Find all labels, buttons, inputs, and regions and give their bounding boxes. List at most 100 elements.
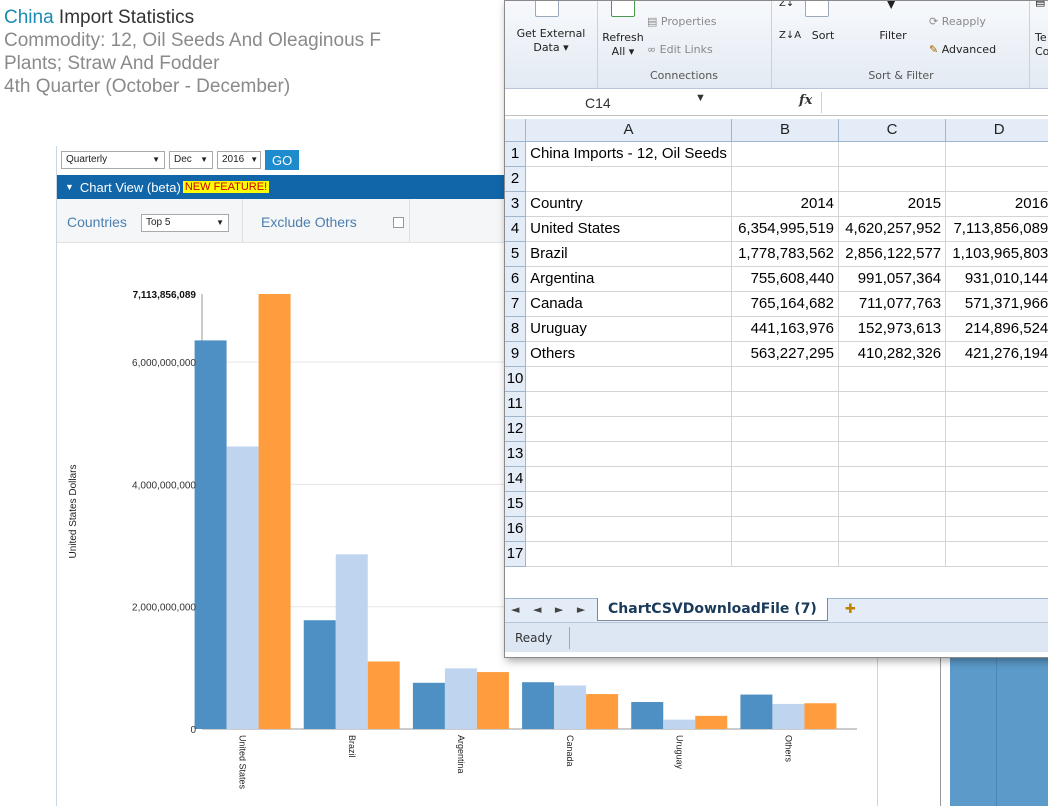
text-to-columns-button[interactable]: Te Co	[1035, 31, 1048, 59]
insert-function-icon[interactable]: fx	[799, 93, 812, 108]
cell-d[interactable]	[945, 541, 1048, 567]
new-sheet-icon[interactable]: ✚	[845, 602, 856, 617]
cell-a[interactable]	[525, 541, 732, 567]
row-header[interactable]: 1	[505, 141, 527, 167]
row-header[interactable]: 12	[505, 416, 527, 442]
cell-a[interactable]	[525, 516, 732, 542]
row-header[interactable]: 16	[505, 516, 527, 542]
cell-b[interactable]	[731, 366, 840, 392]
cell-c[interactable]	[838, 391, 947, 417]
bar[interactable]	[695, 715, 728, 729]
cell-d[interactable]: 2016	[945, 191, 1048, 217]
cell-b[interactable]	[731, 541, 840, 567]
cell-b[interactable]: 563,227,295	[731, 341, 840, 367]
row-header[interactable]: 2	[505, 166, 527, 192]
country-link[interactable]: China	[4, 7, 54, 28]
cell-a[interactable]	[525, 166, 732, 192]
row-header[interactable]: 8	[505, 316, 527, 342]
cell-d[interactable]	[945, 166, 1048, 192]
get-external-data-button[interactable]: Get External Data ▾	[507, 27, 595, 55]
name-box[interactable]: C14	[511, 93, 723, 113]
cell-a[interactable]: Others	[525, 341, 732, 367]
bar[interactable]	[444, 668, 477, 729]
cell-c[interactable]: 2015	[838, 191, 947, 217]
cell-c[interactable]	[838, 366, 947, 392]
bar[interactable]	[586, 694, 619, 729]
properties-button[interactable]: ▤ Properties	[647, 15, 717, 29]
cell-a[interactable]: Canada	[525, 291, 732, 317]
cell-b[interactable]	[731, 166, 840, 192]
row-header[interactable]: 9	[505, 341, 527, 367]
cell-b[interactable]	[731, 416, 840, 442]
sort-za-button[interactable]: Z↓A	[779, 29, 801, 43]
chevron-down-icon[interactable]: ▼	[695, 92, 706, 104]
cell-a[interactable]: Country	[525, 191, 732, 217]
row-header[interactable]: 5	[505, 241, 527, 267]
cell-c[interactable]: 2,856,122,577	[838, 241, 947, 267]
refresh-all-button[interactable]: Refresh All ▾	[599, 31, 647, 59]
column-header-d[interactable]: D	[945, 119, 1048, 142]
select-all-corner[interactable]	[505, 119, 527, 142]
sort-az-button[interactable]: Z↓	[779, 1, 794, 11]
column-header-b[interactable]: B	[731, 119, 840, 142]
row-header[interactable]: 6	[505, 266, 527, 292]
cell-a[interactable]: Uruguay	[525, 316, 732, 342]
cell-b[interactable]: 1,778,783,562	[731, 241, 840, 267]
bar[interactable]	[194, 340, 227, 729]
cell-d[interactable]	[945, 141, 1048, 167]
edit-links-button[interactable]: ∞ Edit Links	[647, 43, 713, 57]
cell-a[interactable]: Argentina	[525, 266, 732, 292]
row-header[interactable]: 13	[505, 441, 527, 467]
bar[interactable]	[258, 294, 291, 729]
cell-b[interactable]	[731, 441, 840, 467]
bar[interactable]	[554, 685, 587, 729]
cell-a[interactable]	[525, 391, 732, 417]
cell-c[interactable]	[838, 441, 947, 467]
cell-c[interactable]: 410,282,326	[838, 341, 947, 367]
bar[interactable]	[226, 446, 259, 729]
cell-d[interactable]	[945, 391, 1048, 417]
cell-c[interactable]	[838, 166, 947, 192]
cell-c[interactable]	[838, 141, 947, 167]
cell-d[interactable]	[945, 516, 1048, 542]
bar[interactable]	[367, 661, 400, 729]
filter-button[interactable]: Filter	[871, 29, 915, 43]
cell-b[interactable]: 765,164,682	[731, 291, 840, 317]
cell-d[interactable]	[945, 416, 1048, 442]
column-header-a[interactable]: A	[525, 119, 732, 142]
row-header[interactable]: 10	[505, 366, 527, 392]
cell-d[interactable]: 931,010,144	[945, 266, 1048, 292]
cell-a[interactable]	[525, 441, 732, 467]
cell-a[interactable]: United States	[525, 216, 732, 242]
cell-d[interactable]	[945, 441, 1048, 467]
cell-c[interactable]	[838, 466, 947, 492]
cell-c[interactable]	[838, 516, 947, 542]
cell-a[interactable]	[525, 491, 732, 517]
cell-b[interactable]	[731, 491, 840, 517]
cell-a[interactable]	[525, 466, 732, 492]
cell-a[interactable]: Brazil	[525, 241, 732, 267]
formula-input[interactable]	[821, 92, 1048, 113]
cell-c[interactable]: 711,077,763	[838, 291, 947, 317]
row-header[interactable]: 11	[505, 391, 527, 417]
row-header[interactable]: 15	[505, 491, 527, 517]
row-header[interactable]: 17	[505, 541, 527, 567]
bar[interactable]	[772, 703, 805, 729]
row-header[interactable]: 7	[505, 291, 527, 317]
bar[interactable]	[335, 554, 368, 729]
cell-d[interactable]	[945, 466, 1048, 492]
cell-b[interactable]: 441,163,976	[731, 316, 840, 342]
cell-c[interactable]: 4,620,257,952	[838, 216, 947, 242]
cell-b[interactable]	[731, 466, 840, 492]
bar[interactable]	[522, 682, 555, 729]
cell-a[interactable]: China Imports - 12, Oil Seeds	[525, 141, 732, 167]
sheet-nav-arrows[interactable]: ◄ ◄ ► ►	[511, 603, 590, 616]
cell-c[interactable]: 152,973,613	[838, 316, 947, 342]
cell-c[interactable]: 991,057,364	[838, 266, 947, 292]
bar[interactable]	[804, 703, 837, 729]
cell-a[interactable]	[525, 366, 732, 392]
cell-c[interactable]	[838, 416, 947, 442]
cell-b[interactable]: 755,608,440	[731, 266, 840, 292]
cell-d[interactable]	[945, 366, 1048, 392]
bar[interactable]	[476, 672, 509, 729]
